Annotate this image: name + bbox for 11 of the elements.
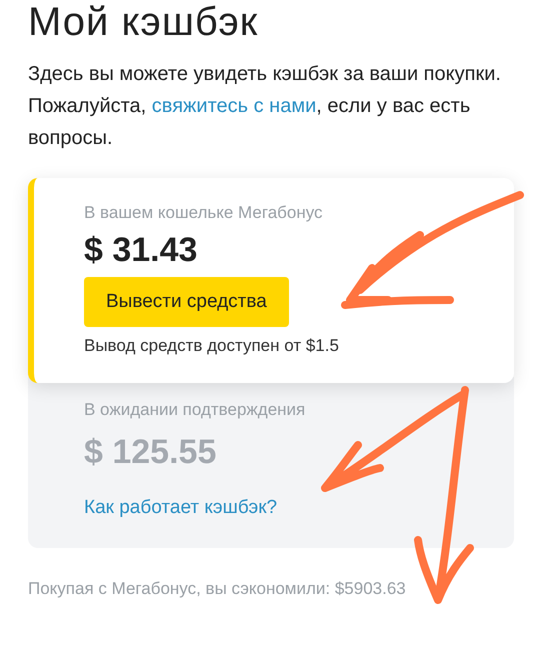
wallet-label: В вашем кошельке Мегабонус xyxy=(84,202,324,224)
withdraw-note: Вывод средств доступен от $1.5 xyxy=(84,335,340,358)
pending-amount: $ 125.55 xyxy=(84,434,218,472)
pending-label: В ожидании подтверждения xyxy=(84,398,306,421)
savings-text: Покупая с Мегабонус, вы сэкономили: $5903.63 xyxy=(28,578,407,600)
withdraw-button[interactable]: Вывести средства xyxy=(84,276,289,328)
wallet-amount: $ 31.43 xyxy=(84,232,198,269)
intro-text: Здесь вы можете увидеть кэшбэк за ваши покупки. Пожалуйста, свяжитесь с нами, если у вас есть вопросы. xyxy=(28,62,502,151)
page-title: Мой кэшбэк xyxy=(28,0,260,44)
how-cashback-works-link[interactable]: Как работает кэшбэк? xyxy=(84,494,278,522)
contact-link[interactable]: свяжитесь с нами xyxy=(152,95,316,117)
